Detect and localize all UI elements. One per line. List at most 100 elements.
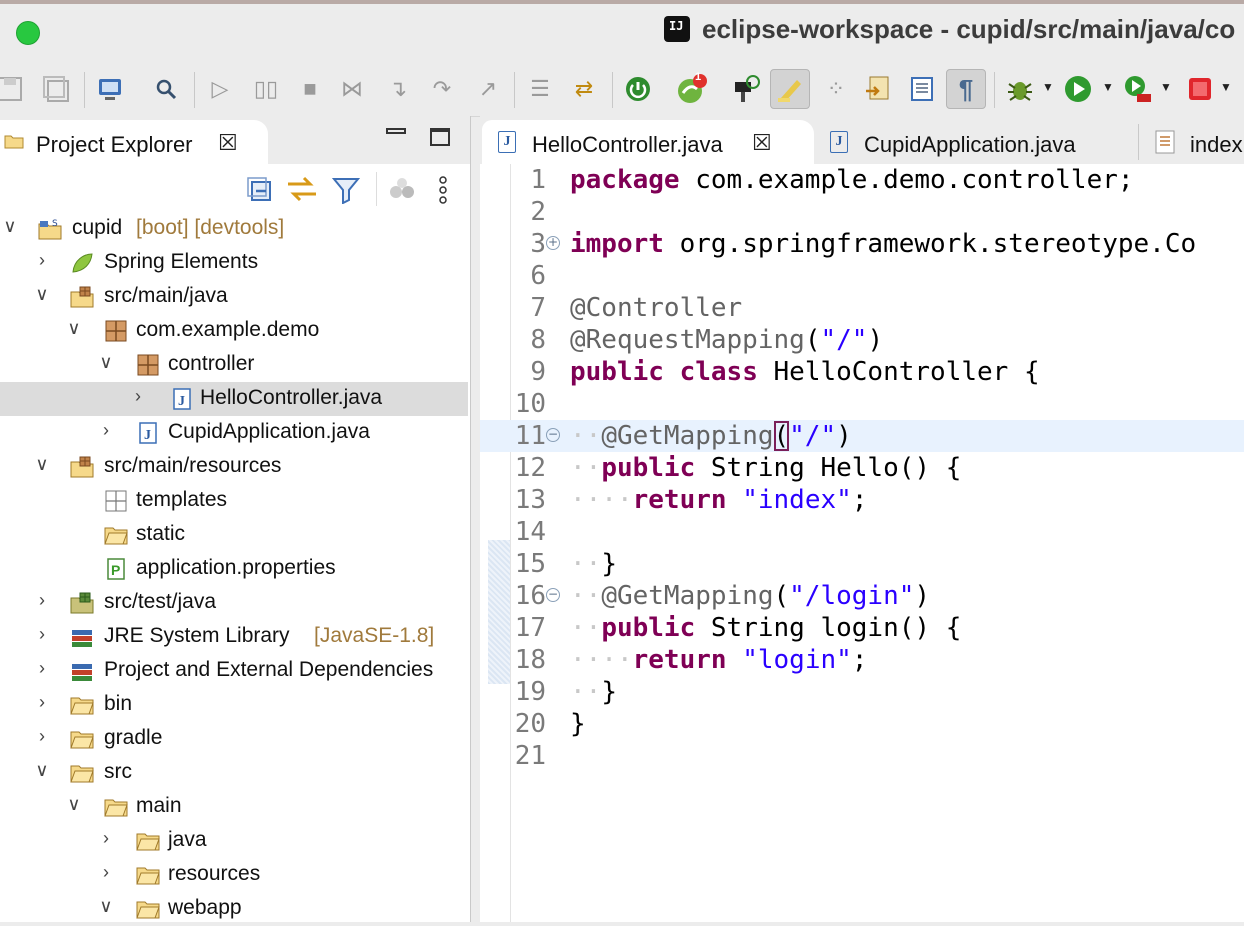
chevron-right-icon[interactable]: › [128,386,148,407]
tree-item-cupidapplication-java[interactable]: › J CupidApplication.java [0,416,468,450]
search-icon[interactable] [150,73,182,105]
tab-hellocontroller-java[interactable]: J HelloController.java ☒ [482,120,814,164]
tree-item-cupid[interactable]: ∨ S cupid [boot] [devtools] [0,212,468,246]
tree-item-webapp[interactable]: ∨ webapp [0,892,468,926]
collapse-all-icon[interactable] [246,176,272,202]
code-line[interactable]: 8 @RequestMapping("/") [480,324,1244,356]
collapse-fold-icon[interactable]: − [546,588,560,602]
minimize-view-icon[interactable] [386,128,406,134]
code-line[interactable]: 18 ····return "login"; [480,644,1244,676]
tree-item-controller[interactable]: ∨ controller [0,348,468,382]
chevron-right-icon[interactable]: › [32,590,52,611]
chevron-down-icon[interactable]: ∨ [64,318,84,339]
tree-item-gradle[interactable]: › gradle [0,722,468,756]
tab-index[interactable]: index [1140,120,1244,164]
tab-project-explorer[interactable]: Project Explorer ☒ [0,120,268,164]
chevron-right-icon[interactable]: › [32,624,52,645]
tree-item-spring-elements[interactable]: › Spring Elements [0,246,468,280]
save-icon[interactable] [0,73,26,105]
run-server-icon[interactable] [1122,73,1154,105]
suspend-icon[interactable]: ▯▯ [250,73,282,105]
use-step-filters-icon[interactable]: ⇄ [568,73,600,105]
code-line[interactable]: 14 [480,516,1244,548]
tree-item-src[interactable]: ∨ src [0,756,468,790]
code-line[interactable]: 16− ··@GetMapping("/login") [480,580,1244,612]
code-line[interactable]: 3 + import org.springframework.stereotype.… [480,228,1244,260]
terminate-icon[interactable]: ■ [294,73,326,105]
tree-item-static[interactable]: static [0,518,468,552]
tree-item-com-example-demo[interactable]: ∨ com.example.demo [0,314,468,348]
chevron-right-icon[interactable]: › [96,862,116,883]
debug-icon[interactable] [1004,73,1036,105]
view-menu-icon[interactable] [438,176,448,204]
chevron-down-icon[interactable]: ∨ [96,352,116,373]
chevron-right-icon[interactable]: › [32,250,52,271]
spring-beans-icon[interactable] [388,176,416,202]
tree-item-main[interactable]: ∨ main [0,790,468,824]
chevron-right-icon[interactable]: › [96,420,116,441]
code-line[interactable]: 9 public class HelloController { [480,356,1244,388]
filter-icon[interactable] [332,176,360,204]
tree-item-src-main-java[interactable]: ∨ src/main/java [0,280,468,314]
spring-update-icon[interactable]: 1 [676,71,708,105]
resume-icon[interactable]: ▷ [204,73,236,105]
tree-item-java[interactable]: › java [0,824,468,858]
code-line[interactable]: 17 ··public String login() { [480,612,1244,644]
chevron-right-icon[interactable]: › [32,658,52,679]
chevron-down-icon[interactable]: ∨ [32,454,52,475]
debug-dropdown-icon[interactable]: ▼ [1042,80,1054,94]
code-line[interactable]: 12 ··public String Hello() { [480,452,1244,484]
run-dropdown-icon[interactable]: ▼ [1102,80,1114,94]
chevron-right-icon[interactable]: › [32,692,52,713]
disconnect-icon[interactable]: ⋈ [336,73,368,105]
maximize-view-icon[interactable] [430,128,450,146]
run-server-dropdown-icon[interactable]: ▼ [1160,80,1172,94]
new-window-icon[interactable] [94,73,126,105]
code-line[interactable]: 11− ··@GetMapping("/") [480,420,1244,452]
tab-cupidapplication-java[interactable]: J CupidApplication.java [814,120,1134,164]
show-whitespace-icon[interactable]: ¶ [946,69,986,109]
close-icon[interactable]: ☒ [752,130,772,156]
ant-build-icon[interactable] [730,73,762,105]
code-line[interactable]: 20} [480,708,1244,740]
code-line[interactable]: 6 [480,260,1244,292]
tree-item-project-external-dependencies[interactable]: › Project and External Dependencies [0,654,468,688]
step-into-icon[interactable]: ↴ [382,73,414,105]
expand-fold-icon[interactable]: + [546,236,560,250]
chevron-right-icon[interactable]: › [32,726,52,747]
chevron-down-icon[interactable]: ∨ [96,896,116,917]
stop-dropdown-icon[interactable]: ▼ [1220,80,1232,94]
run-icon[interactable] [1062,73,1094,105]
code-line[interactable]: 1 package com.example.demo.controller; [480,164,1244,196]
step-over-icon[interactable]: ↷ [426,73,458,105]
code-line[interactable]: 7 @Controller [480,292,1244,324]
tree-item-src-test-java[interactable]: › src/test/java [0,586,468,620]
drop-frame-icon[interactable]: ☰ [524,73,556,105]
close-icon[interactable]: ☒ [218,130,238,156]
spring-boot-icon[interactable] [622,73,654,105]
link-with-editor-icon[interactable] [286,174,318,204]
chevron-down-icon[interactable]: ∨ [32,760,52,781]
chevron-right-icon[interactable]: › [96,828,116,849]
stop-icon[interactable] [1184,73,1216,105]
spring-beans-icon[interactable]: ⁘ [820,73,852,105]
code-line[interactable]: 2 [480,196,1244,228]
mark-occurrences-icon[interactable] [770,69,810,109]
save-all-icon[interactable] [40,73,72,105]
toggle-breadcrumb-icon[interactable] [906,73,938,105]
tree-item-bin[interactable]: › bin [0,688,468,722]
tree-item-resources[interactable]: › resources [0,858,468,892]
window-zoom-button[interactable] [16,21,40,45]
code-line[interactable]: 21 [480,740,1244,772]
open-type-icon[interactable] [862,73,894,105]
step-return-icon[interactable]: ↗ [472,73,504,105]
tree-item-templates[interactable]: templates [0,484,468,518]
code-line[interactable]: 10 [480,388,1244,420]
code-line[interactable]: 13 ····return "index"; [480,484,1244,516]
tree-item-jre-system-library[interactable]: › JRE System Library [JavaSE-1.8] [0,620,468,654]
collapse-fold-icon[interactable]: − [546,428,560,442]
chevron-down-icon[interactable]: ∨ [64,794,84,815]
tree-item-hellocontroller-java[interactable]: › J HelloController.java [0,382,468,416]
tree-item-src-main-resources[interactable]: ∨ src/main/resources [0,450,468,484]
chevron-down-icon[interactable]: ∨ [32,284,52,305]
